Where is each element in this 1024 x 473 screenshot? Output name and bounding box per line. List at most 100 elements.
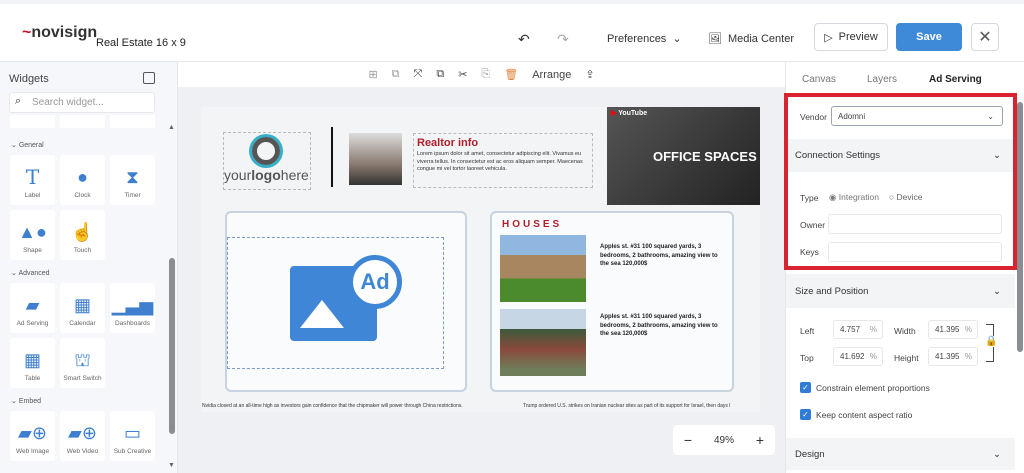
widget-sub-creative[interactable]: ▭ Sub Creative	[110, 411, 155, 461]
youtube-video[interactable]: ▶ YouTube OFFICE SPACES	[607, 107, 760, 205]
ad-serving-widget-selected[interactable]: Ad	[227, 237, 444, 369]
section-advanced[interactable]: ⌄ Advanced	[11, 269, 50, 277]
zoom-in-button[interactable]: +	[756, 432, 764, 448]
logo-mark-icon	[252, 137, 280, 165]
ad-image-icon: ▰	[25, 295, 40, 315]
logo-text: novisign	[31, 24, 98, 41]
preferences-menu[interactable]: Preferences ⌄	[607, 32, 682, 46]
scroll-down-icon[interactable]: ▼	[168, 462, 175, 469]
lock-icon[interactable]: 🔒	[985, 336, 998, 347]
widget-name: Web Image	[15, 448, 50, 455]
height-input[interactable]: 41.395%	[928, 347, 978, 366]
widget-name: Sub Creative	[113, 448, 152, 455]
properties-panel: Canvas Layers Ad Serving Vendor Adomni ⌄ …	[784, 62, 1024, 473]
zoom-level: 49%	[713, 434, 734, 446]
top-input[interactable]: 41.692%	[833, 347, 883, 366]
canvas-slide[interactable]: yourlogohere Realtor info Lorem ipsum do…	[201, 107, 760, 412]
keep-aspect-checkbox[interactable]: ✓ Keep content aspect ratio	[800, 409, 912, 420]
logo-widget[interactable]: yourlogohere	[223, 132, 311, 190]
unit: %	[869, 352, 877, 361]
share-icon[interactable]: ⇪	[585, 68, 594, 81]
left-label: Left	[800, 326, 815, 336]
panel-scrollbar[interactable]	[1017, 102, 1023, 352]
checkbox-checked-icon: ✓	[800, 382, 811, 393]
widget-label[interactable]: T Label	[10, 155, 55, 205]
logo-text: yourlogohere	[224, 167, 309, 183]
widget-name: Dashboards	[114, 320, 151, 327]
sidebar-scrollbar[interactable]	[169, 258, 175, 434]
widgets-sidebar: Widgets Search widget... ⌕ ⌄ General T La…	[0, 62, 178, 473]
listing-text: Apples st. #31 100 squared yards, 3 bedr…	[600, 314, 718, 337]
collapse-panel-icon[interactable]	[143, 72, 155, 84]
logo-post: here	[280, 167, 309, 183]
redo-icon[interactable]: ↷	[557, 31, 569, 48]
media-icon: 🖼	[708, 33, 722, 45]
widget-ad-serving[interactable]: ▰ Ad Serving	[10, 283, 55, 333]
left-input[interactable]: 4.757%	[833, 320, 883, 339]
widget-name: Shape	[23, 247, 42, 254]
checkbox-label: Constrain element proportions	[816, 382, 930, 393]
tab-canvas[interactable]: Canvas	[802, 74, 836, 85]
chevron-down-icon: ⌄	[993, 448, 1001, 460]
fit-icon[interactable]: ⤧	[414, 68, 423, 81]
widget-table[interactable]: ▦ Table	[10, 338, 55, 388]
group-icon[interactable]: ⧉	[392, 68, 400, 81]
align-icon[interactable]: ⊞	[368, 68, 377, 81]
width-label: Width	[894, 326, 916, 336]
left-value: 4.757	[840, 325, 861, 334]
search-input[interactable]: Search widget...	[9, 92, 155, 113]
top-bar: ~novisign Real Estate 16 x 9 ↶ ↷ Prefere…	[0, 0, 1024, 62]
checkbox-label: Keep content aspect ratio	[816, 409, 913, 420]
design-header[interactable]: Design ⌄	[786, 438, 1015, 470]
novisign-logo: ~novisign	[22, 24, 98, 41]
widget-name: Table	[24, 375, 41, 382]
size-position-header[interactable]: Size and Position ⌄	[786, 274, 1015, 308]
realtor-photo[interactable]	[349, 133, 402, 185]
divider-line	[331, 127, 333, 187]
media-center-button[interactable]: 🖼 Media Center	[708, 32, 794, 46]
delete-icon[interactable]: 🗑	[504, 68, 518, 81]
canvas-toolbar: ⊞ ⧉ ⤧ ⧉ ✂ ⎘ 🗑 Arrange ⇪	[178, 62, 785, 87]
preview-button[interactable]: ▷ Preview	[814, 23, 888, 51]
realtor-text: Lorem ipsum dolor sit amet, consectetur …	[417, 151, 583, 172]
tab-ad-serving[interactable]: Ad Serving	[929, 74, 982, 85]
undo-icon[interactable]: ↶	[518, 31, 530, 48]
widget-web-image[interactable]: ▰⊕ Web Image	[10, 411, 55, 461]
zoom-control: − 49% +	[673, 425, 775, 455]
width-input[interactable]: 41.395%	[928, 320, 978, 339]
close-icon[interactable]: ✕	[971, 23, 999, 51]
section-general[interactable]: ⌄ General	[11, 141, 44, 149]
widget-shape[interactable]: ▲● Shape	[10, 210, 55, 260]
widget-timer[interactable]: ⧗ Timer	[110, 155, 155, 205]
section-embed[interactable]: ⌄ Embed	[11, 397, 41, 405]
houses-panel[interactable]: HOUSES Apples st. #31 100 squared yards,…	[490, 211, 734, 392]
mountain-icon	[300, 300, 344, 328]
widget-touch[interactable]: ☝ Touch	[60, 210, 105, 260]
widget-dashboards[interactable]: ▁▃▅ Dashboards	[110, 283, 155, 333]
chevron-down-icon: ⌄	[993, 285, 1001, 297]
copy-icon[interactable]: ⎘	[481, 68, 490, 81]
unit: %	[869, 325, 877, 334]
bar-chart-icon: ▁▃▅	[111, 295, 154, 315]
cut-icon[interactable]: ✂	[458, 68, 467, 81]
widget-smart-switch[interactable]: ⛫ Smart Switch	[60, 338, 105, 388]
arrange-button[interactable]: Arrange	[532, 69, 571, 81]
touch-icon: ☝	[71, 222, 94, 242]
duplicate-icon[interactable]: ⧉	[436, 68, 444, 81]
scroll-up-icon[interactable]: ▲	[168, 124, 175, 131]
realtor-info[interactable]: Realtor info Lorem ipsum dolor sit amet,…	[413, 133, 593, 188]
text-icon: T	[25, 165, 40, 189]
widget-calendar[interactable]: ▦ Calendar	[60, 283, 105, 333]
preview-label: Preview	[838, 31, 878, 43]
widget-web-video[interactable]: ▰⊕ Web Video	[60, 411, 105, 461]
save-button[interactable]: Save	[896, 23, 962, 51]
unit: %	[964, 325, 972, 334]
section-label: General	[18, 142, 44, 149]
widget-clock[interactable]: ● Clock	[60, 155, 105, 205]
tab-layers[interactable]: Layers	[867, 74, 897, 85]
widget-name: Timer	[124, 192, 141, 199]
zoom-out-button[interactable]: −	[684, 432, 692, 448]
houses-title: HOUSES	[502, 219, 563, 230]
partial-row	[10, 115, 155, 128]
constrain-checkbox[interactable]: ✓ Constrain element proportions	[800, 382, 930, 393]
